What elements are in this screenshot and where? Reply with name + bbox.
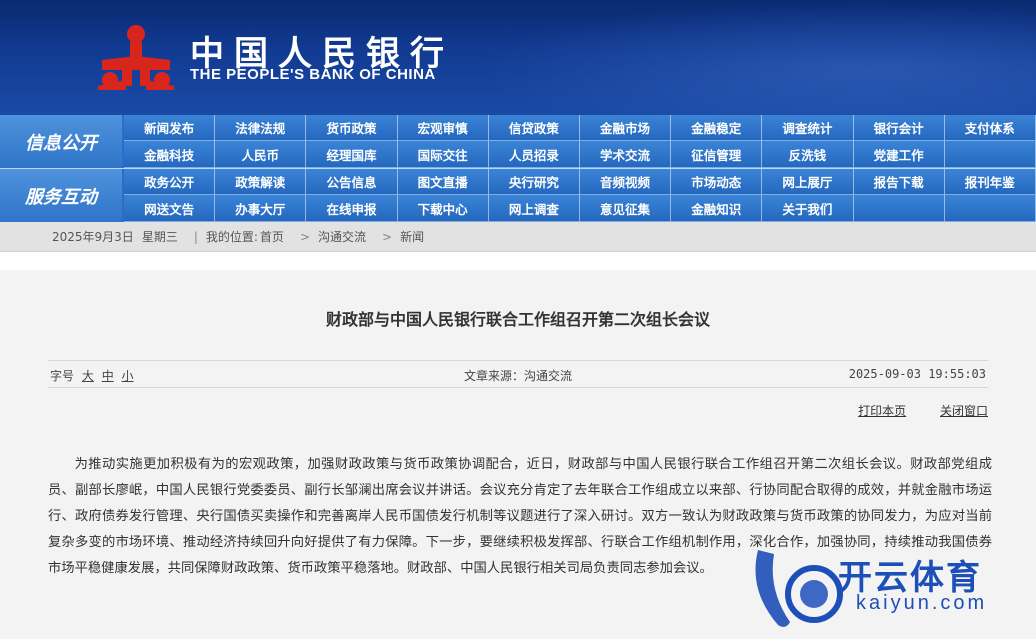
nav-item-group2-3[interactable]: 图文直播 [397,169,489,195]
nav-item-group2-8[interactable]: 报告下载 [853,169,945,195]
nav-item-group1-2[interactable]: 货币政策 [306,115,398,141]
nav-item-group1-13[interactable]: 国际交往 [397,141,489,168]
current-weekday: 星期三 [141,230,178,244]
nav-item-group2-14[interactable]: 网上调查 [488,195,580,222]
spacer [0,252,1036,270]
article-actions: 打印本页 关闭窗口 [828,402,988,419]
nav-item-group2-11[interactable]: 办事大厅 [215,195,307,222]
nav-item-group1-6[interactable]: 金融稳定 [671,115,763,141]
watermark-domain: kaiyun.com [856,592,988,614]
breadcrumb-section[interactable]: 沟通交流 [318,228,366,245]
nav-group-label: 服务互动 [0,169,122,222]
location-label: 我的位置: [205,230,258,244]
nav-item-group1-10[interactable]: 金融科技 [124,141,216,168]
article-meta-bar: 字号 大 中 小 文章来源：沟通交流 2025-09-03 19:55:03 [48,360,988,388]
bank-name-en: THE PEOPLE'S BANK OF CHINA [190,66,436,83]
nav-item-group2-16[interactable]: 金融知识 [671,195,763,222]
nav-item-group1-12[interactable]: 经理国库 [306,141,398,168]
nav-items: 新闻发布 法律法规 货币政策 宏观审慎 信贷政策 金融市场 金融稳定 调查统计 银行会计 支付体系… [124,115,1036,168]
nav-item-group1-9[interactable]: 支付体系 [944,115,1036,141]
nav-item-group2-7[interactable]: 网上展厅 [762,169,854,195]
print-page-link[interactable]: 打印本页 [858,404,906,418]
current-date: 2025年9月3日 [52,230,134,244]
nav-item-group1-16[interactable]: 征信管理 [671,141,763,168]
nav-group-service: 服务互动 政务公开 政策解读 公告信息 图文直播 央行研究 音频视频 市场动态 网上展厅 报告下… [0,169,1036,222]
close-window-link[interactable]: 关闭窗口 [940,404,988,418]
breadcrumb: 2025年9月3日 星期三 | 我的位置: 首页 > 沟通交流 > 新闻 [0,222,1036,252]
nav-item-group2-13[interactable]: 下载中心 [397,195,489,222]
watermark-logo-icon [755,550,843,627]
nav-items: 政务公开 政策解读 公告信息 图文直播 央行研究 音频视频 市场动态 网上展厅 报告下载 报刊年鉴… [124,169,1036,222]
chevron-right-icon: > [382,229,393,244]
article-title: 财政部与中国人民银行联合工作组召开第二次组长会议 [325,310,710,329]
nav-item-empty [853,195,945,222]
nav-group-info: 信息公开 新闻发布 法律法规 货币政策 宏观审慎 信贷政策 金融市场 金融稳定 调查统计 银行会… [0,115,1036,168]
nav-item-group2-1[interactable]: 政策解读 [215,169,307,195]
nav-item-group2-15[interactable]: 意见征集 [579,195,672,222]
nav-item-empty [944,195,1036,222]
nav-item-group1-3[interactable]: 宏观审慎 [397,115,489,141]
breadcrumb-divider: | [193,229,198,244]
nav-item-group2-0[interactable]: 政务公开 [124,169,216,195]
nav-item-group2-6[interactable]: 市场动态 [671,169,763,195]
nav-item-group1-15[interactable]: 学术交流 [579,141,672,168]
nav-item-group1-4[interactable]: 信贷政策 [488,115,580,141]
article-datetime: 2025-09-03 19:55:03 [848,367,986,381]
site-header: 中国人民银行 THE PEOPLE'S BANK OF CHINA [0,0,1036,115]
nav-item-group1-1[interactable]: 法律法规 [215,115,307,141]
nav-item-group1-7[interactable]: 调查统计 [762,115,854,141]
nav-item-group1-8[interactable]: 银行会计 [853,115,945,141]
article-source: 文章来源：沟通交流 [463,369,572,383]
nav-item-group1-18[interactable]: 党建工作 [853,141,945,168]
nav-item-group2-10[interactable]: 网送文告 [124,195,216,222]
pboc-logo-icon [98,25,174,90]
nav-item-group1-11[interactable]: 人民币 [215,141,307,168]
nav-item-group2-9[interactable]: 报刊年鉴 [944,169,1036,195]
breadcrumb-current[interactable]: 新闻 [400,228,424,245]
nav-item-group1-14[interactable]: 人员招录 [488,141,580,168]
nav-item-group2-17[interactable]: 关于我们 [762,195,854,222]
nav-item-group2-4[interactable]: 央行研究 [488,169,580,195]
nav-item-group1-17[interactable]: 反洗钱 [762,141,854,168]
main-nav: 信息公开 新闻发布 法律法规 货币政策 宏观审慎 信贷政策 金融市场 金融稳定 调查统计 银行会… [0,115,1036,222]
nav-item-empty [944,141,1036,168]
nav-item-group2-12[interactable]: 在线申报 [306,195,398,222]
nav-item-group2-2[interactable]: 公告信息 [306,169,398,195]
nav-item-group1-0[interactable]: 新闻发布 [124,115,216,141]
nav-item-group1-5[interactable]: 金融市场 [579,115,672,141]
watermark: 开云体育 kaiyun.com [738,530,1036,639]
breadcrumb-home[interactable]: 首页 [260,228,284,245]
nav-group-label: 信息公开 [0,115,122,168]
chevron-right-icon: > [299,229,310,244]
nav-item-group2-5[interactable]: 音频视频 [579,169,672,195]
